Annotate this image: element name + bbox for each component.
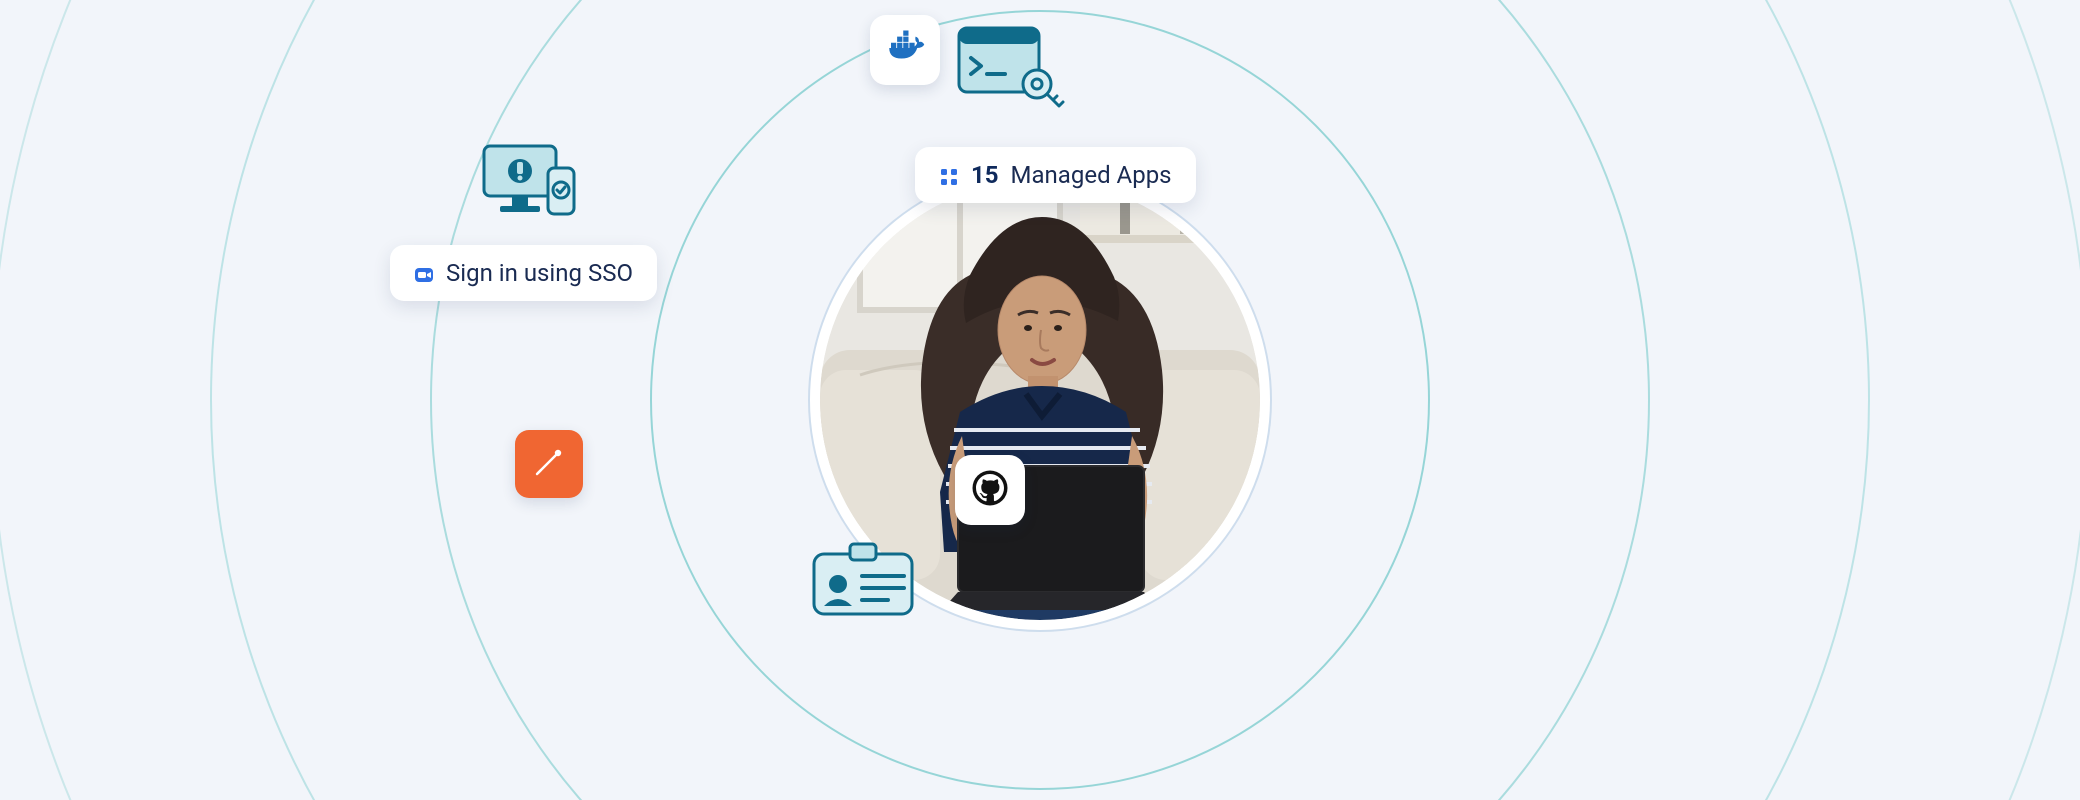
managed-apps-badge: 15 Managed Apps: [915, 147, 1196, 203]
monitor-with-phone-icon: [478, 140, 583, 232]
managed-apps-label: Managed Apps: [1011, 161, 1172, 189]
docker-tile: [870, 15, 940, 85]
apps-grid-icon: [939, 165, 959, 185]
id-card-icon: [808, 540, 918, 620]
terminal-with-key-icon: [955, 24, 1065, 119]
zoom-icon: [414, 263, 434, 283]
sso-badge-label: Sign in using SSO: [446, 259, 633, 287]
github-tile: [955, 455, 1025, 525]
postman-tile: [515, 430, 583, 498]
sso-badge: Sign in using SSO: [390, 245, 657, 301]
postman-icon: [532, 445, 566, 483]
docker-icon: [884, 27, 926, 73]
managed-apps-count: 15: [971, 161, 999, 189]
github-icon: [969, 467, 1011, 513]
